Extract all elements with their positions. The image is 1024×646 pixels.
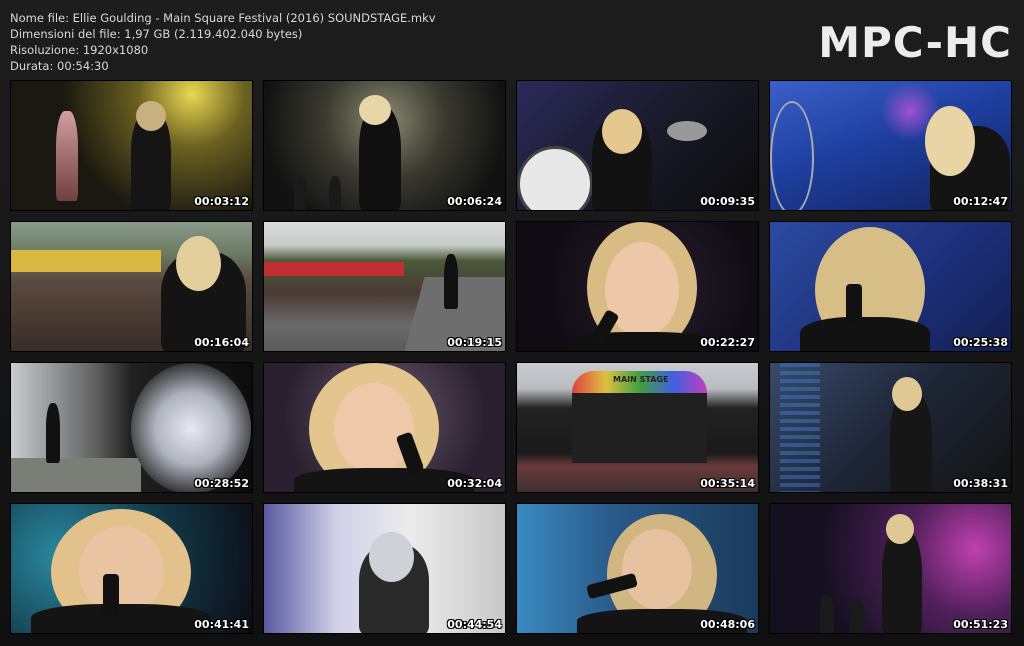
thumbnail: 00:09:35 bbox=[516, 80, 759, 211]
timestamp: 00:03:12 bbox=[194, 195, 249, 208]
thumbnail: 00:48:06 bbox=[516, 503, 759, 634]
timestamp: 00:06:24 bbox=[447, 195, 502, 208]
timestamp: 00:19:15 bbox=[447, 336, 502, 349]
mpc-hc-logo: MPC-HC bbox=[818, 18, 1012, 67]
thumbnail: 00:51:23 bbox=[769, 503, 1012, 634]
thumbnail: MAIN STAGE 00:35:14 bbox=[516, 362, 759, 493]
timestamp: 00:22:27 bbox=[700, 336, 755, 349]
thumbnail: 00:44:54 bbox=[263, 503, 506, 634]
file-size: Dimensioni del file: 1,97 GB (2.119.402.… bbox=[10, 27, 303, 41]
thumbnail-grid: 00:03:12 00:06:24 00:09:35 00:12:47 00:1… bbox=[10, 80, 1012, 634]
timestamp: 00:44:54 bbox=[447, 618, 502, 631]
thumbnail: 00:22:27 bbox=[516, 221, 759, 352]
thumbnail: 00:25:38 bbox=[769, 221, 1012, 352]
file-info: Nome file: Ellie Goulding - Main Square … bbox=[10, 10, 436, 74]
thumbnail: 00:06:24 bbox=[263, 80, 506, 211]
timestamp: 00:51:23 bbox=[953, 618, 1008, 631]
resolution: Risoluzione: 1920x1080 bbox=[10, 43, 149, 57]
timestamp: 00:12:47 bbox=[953, 195, 1008, 208]
timestamp: 00:16:04 bbox=[194, 336, 249, 349]
timestamp: 00:25:38 bbox=[953, 336, 1008, 349]
thumbnail: 00:03:12 bbox=[10, 80, 253, 211]
timestamp: 00:38:31 bbox=[953, 477, 1008, 490]
thumbnail: 00:12:47 bbox=[769, 80, 1012, 211]
thumbnail: 00:19:15 bbox=[263, 221, 506, 352]
file-name: Nome file: Ellie Goulding - Main Square … bbox=[10, 11, 436, 25]
duration: Durata: 00:54:30 bbox=[10, 59, 109, 73]
timestamp: 00:28:52 bbox=[194, 477, 249, 490]
thumbnail: 00:32:04 bbox=[263, 362, 506, 493]
stage-sign: MAIN STAGE bbox=[613, 375, 669, 384]
thumbnail: 00:38:31 bbox=[769, 362, 1012, 493]
timestamp: 00:32:04 bbox=[447, 477, 502, 490]
timestamp: 00:09:35 bbox=[700, 195, 755, 208]
timestamp: 00:48:06 bbox=[700, 618, 755, 631]
thumbnail: 00:28:52 bbox=[10, 362, 253, 493]
timestamp: 00:35:14 bbox=[700, 477, 755, 490]
thumbnail: 00:41:41 bbox=[10, 503, 253, 634]
timestamp: 00:41:41 bbox=[194, 618, 249, 631]
thumbnail: 00:16:04 bbox=[10, 221, 253, 352]
